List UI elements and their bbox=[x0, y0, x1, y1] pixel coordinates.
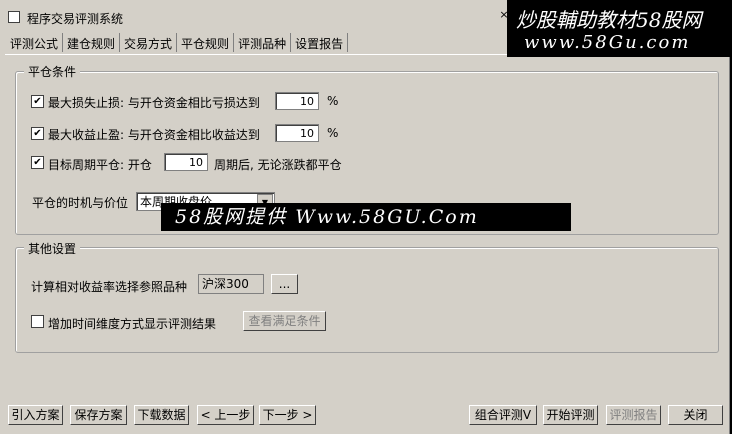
combo-evaluate-button[interactable]: 组合评测V bbox=[469, 405, 537, 425]
max-profit-checkbox[interactable]: ✔ bbox=[31, 127, 44, 140]
target-period-checkbox[interactable]: ✔ bbox=[31, 156, 44, 169]
reference-label: 计算相对收益率选择参照品种 bbox=[31, 280, 188, 294]
watermark-center: 58股网提供 Www.58GU.Com bbox=[161, 203, 571, 231]
import-plan-button[interactable]: 引入方案 bbox=[8, 405, 63, 425]
evaluate-report-button[interactable]: 评测报告 bbox=[606, 405, 661, 425]
download-data-button[interactable]: 下载数据 bbox=[134, 405, 189, 425]
save-plan-button[interactable]: 保存方案 bbox=[70, 405, 127, 425]
next-step-button[interactable]: 下一步 > bbox=[259, 405, 316, 425]
target-period-label: 目标周期平仓: 开仓 bbox=[48, 158, 152, 172]
start-evaluate-button[interactable]: 开始评测 bbox=[543, 405, 598, 425]
tab-open-rules[interactable]: 建仓规则 bbox=[63, 33, 121, 52]
max-loss-checkbox[interactable]: ✔ bbox=[31, 95, 44, 108]
other-settings-group bbox=[15, 247, 719, 353]
tab-report-settings[interactable]: 设置报告 bbox=[291, 33, 349, 52]
watermark-top-line2: www.58Gu.com bbox=[524, 32, 691, 53]
tab-instruments[interactable]: 评测品种 bbox=[234, 33, 292, 52]
tab-trade-mode[interactable]: 交易方式 bbox=[120, 33, 178, 52]
tab-formula[interactable]: 评测公式 bbox=[6, 33, 64, 52]
view-conditions-button[interactable]: 查看满足条件 bbox=[243, 311, 326, 331]
max-loss-label: 最大损失止损: 与开仓资金相比亏损达到 bbox=[48, 96, 260, 110]
target-period-suffix: 周期后, 无论涨跌都平仓 bbox=[214, 158, 342, 172]
watermark-top: 炒股輔助教材58股网 www.58Gu.com bbox=[507, 0, 732, 57]
target-period-input[interactable]: 10 bbox=[164, 153, 208, 171]
max-loss-unit: % bbox=[327, 94, 339, 108]
time-dimension-checkbox[interactable] bbox=[31, 315, 44, 328]
close-timing-label: 平仓的时机与价位 bbox=[32, 196, 129, 210]
close-button[interactable]: 关闭 bbox=[668, 405, 723, 425]
close-conditions-legend: 平仓条件 bbox=[24, 63, 81, 80]
time-dimension-label: 增加时间维度方式显示评测结果 bbox=[48, 317, 217, 331]
max-profit-label: 最大收益止盈: 与开仓资金相比收益达到 bbox=[48, 128, 260, 142]
max-profit-input[interactable]: 10 bbox=[275, 124, 319, 142]
max-profit-unit: % bbox=[327, 126, 339, 140]
prev-step-button[interactable]: < 上一步 bbox=[197, 405, 254, 425]
window-title: 程序交易评测系统 bbox=[27, 12, 124, 26]
reference-browse-button[interactable]: ... bbox=[271, 274, 298, 294]
tab-close-rules[interactable]: 平仓规则 bbox=[177, 33, 235, 52]
reference-field[interactable]: 沪深300 bbox=[198, 274, 264, 294]
max-loss-input[interactable]: 10 bbox=[275, 92, 319, 110]
watermark-top-line1: 炒股輔助教材58股网 bbox=[516, 8, 702, 32]
other-settings-legend: 其他设置 bbox=[24, 240, 81, 257]
tab-strip: 评测公式 建仓规则 交易方式 平仓规则 评测品种 设置报告 bbox=[6, 33, 349, 53]
app-icon bbox=[8, 11, 20, 23]
